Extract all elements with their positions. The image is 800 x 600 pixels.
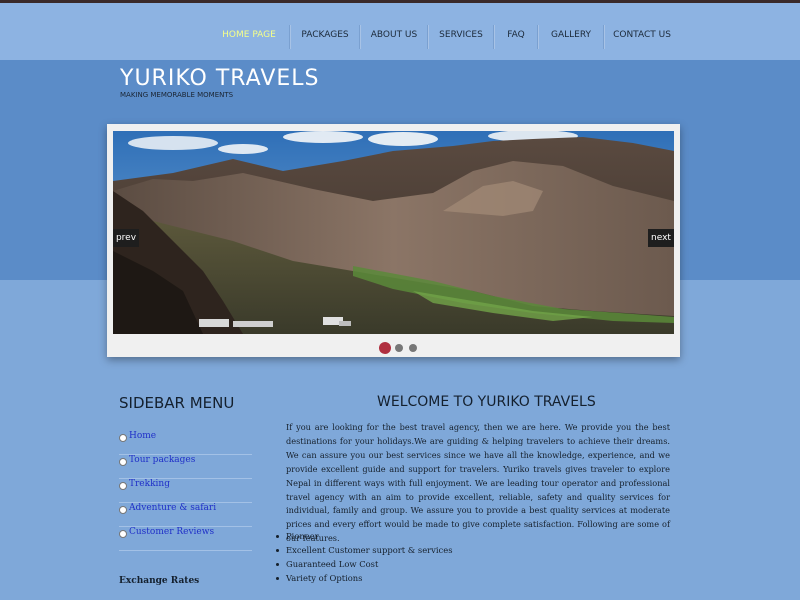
radio-bullet-icon: [119, 458, 127, 466]
slide-image-mountain-valley: prev next: [113, 131, 674, 334]
sidebar-item-label[interactable]: Customer Reviews: [129, 527, 214, 537]
nav-divider: [537, 25, 539, 49]
site-title[interactable]: YURIKO TRAVELS: [120, 66, 320, 91]
sidebar-item-label[interactable]: Trekking: [129, 479, 170, 489]
image-slider: prev next: [107, 124, 680, 357]
welcome-heading: WELCOME TO YURIKO TRAVELS: [377, 394, 596, 410]
sidebar-title: SIDEBAR MENU: [119, 394, 235, 412]
sidebar-item-customer-reviews[interactable]: Customer Reviews: [119, 526, 252, 551]
sidebar-item-label[interactable]: Home: [129, 431, 156, 441]
slider-prev-button[interactable]: prev: [113, 229, 139, 247]
top-navigation: HOME PAGE PACKAGES ABOUT US SERVICES FAQ…: [0, 3, 800, 60]
nav-divider: [289, 25, 291, 49]
feature-item: Guaranteed Low Cost: [276, 558, 576, 572]
radio-bullet-icon: [119, 434, 127, 442]
sidebar-item-tour-packages[interactable]: Tour packages: [119, 454, 252, 479]
slider-dot-1[interactable]: [379, 342, 391, 354]
radio-bullet-icon: [119, 482, 127, 490]
radio-bullet-icon: [119, 506, 127, 514]
site-tagline: MAKING MEMORABLE MOMENTS: [120, 91, 234, 99]
nav-packages[interactable]: PACKAGES: [298, 28, 352, 48]
nav-home-page[interactable]: HOME PAGE: [218, 28, 280, 48]
radio-bullet-icon: [119, 530, 127, 538]
feature-item: Pioneer: [276, 530, 576, 544]
nav-divider: [359, 25, 361, 49]
welcome-paragraph: If you are looking for the best travel a…: [286, 422, 670, 544]
nav-contact-us[interactable]: CONTACT US: [612, 28, 672, 48]
nav-divider: [427, 25, 429, 49]
slider-pagination: [379, 341, 439, 354]
slider-next-button[interactable]: next: [648, 229, 674, 247]
sidebar-item-trekking[interactable]: Trekking: [119, 478, 252, 503]
features-list: Pioneer Excellent Customer support & ser…: [276, 530, 576, 586]
sidebar-item-label[interactable]: Adventure & safari: [129, 503, 216, 513]
sidebar-item-adventure-safari[interactable]: Adventure & safari: [119, 502, 252, 527]
nav-services[interactable]: SERVICES: [436, 28, 486, 48]
slider-dot-2[interactable]: [395, 344, 403, 352]
nav-divider: [493, 25, 495, 49]
sidebar-item-label[interactable]: Tour packages: [129, 455, 195, 465]
feature-item: Variety of Options: [276, 572, 576, 586]
exchange-rates-heading: Exchange Rates: [119, 576, 200, 586]
sidebar-item-home[interactable]: Home: [119, 430, 252, 455]
slider-dot-3[interactable]: [409, 344, 417, 352]
nav-gallery[interactable]: GALLERY: [546, 28, 596, 48]
nav-divider: [603, 25, 605, 49]
feature-item: Excellent Customer support & services: [276, 544, 576, 558]
nav-about-us[interactable]: ABOUT US: [368, 28, 420, 48]
nav-faq[interactable]: FAQ: [502, 28, 530, 48]
